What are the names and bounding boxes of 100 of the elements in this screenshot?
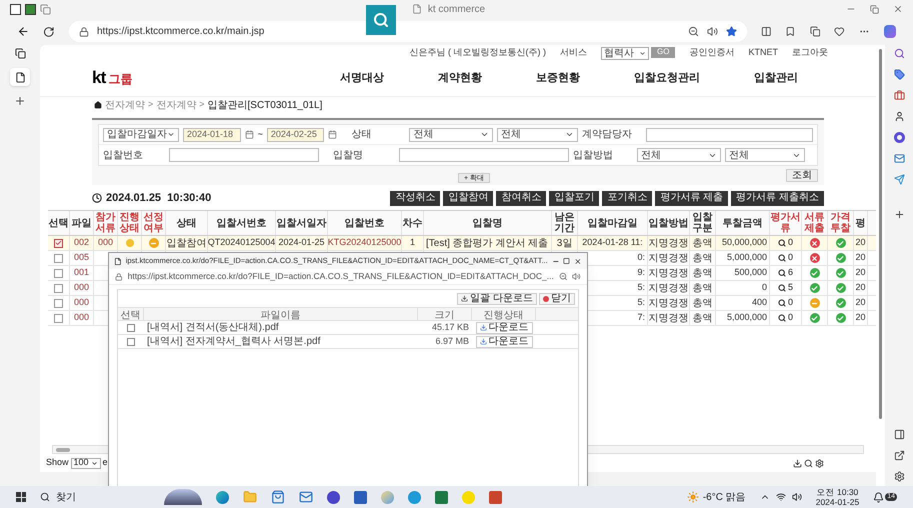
row-checkbox[interactable] [54, 298, 63, 308]
action-button[interactable]: 작성취소 [390, 190, 440, 206]
column-header[interactable]: 서류제출 [802, 212, 827, 234]
home-icon[interactable] [94, 101, 102, 109]
breadcrumb-item[interactable]: 전자계약 [105, 98, 145, 112]
search-icon[interactable] [778, 284, 786, 292]
column-header[interactable]: 상태 [176, 218, 196, 228]
read-aloud-icon[interactable] [706, 26, 718, 37]
column-header[interactable]: 입찰서번호 [216, 218, 266, 228]
split-screen-icon[interactable] [760, 26, 772, 37]
page-size-select[interactable]: 100 [70, 458, 101, 468]
person-icon[interactable] [894, 111, 904, 122]
add-icon[interactable] [14, 95, 26, 107]
column-header[interactable]: 평 [856, 218, 866, 228]
column-header[interactable]: 입찰방법 [648, 218, 688, 228]
network-icon[interactable] [776, 492, 786, 502]
breadcrumb-item[interactable]: 전자계약 [156, 98, 196, 112]
taskbar-date[interactable]: 2024-01-25 [816, 497, 860, 507]
column-header[interactable]: 진행상태 [472, 308, 536, 320]
settings-icon[interactable] [815, 458, 824, 468]
copilot-icon[interactable] [884, 25, 896, 38]
app-icon[interactable] [894, 132, 904, 143]
column-header[interactable]: 참가서류 [94, 212, 117, 234]
external-link-icon[interactable] [894, 450, 904, 461]
column-header[interactable]: 파일 [72, 218, 92, 228]
calendar-icon[interactable] [244, 130, 254, 139]
back-icon[interactable] [17, 25, 30, 38]
status-select[interactable]: 전체 [496, 128, 578, 142]
download-button[interactable]: 다운로드 [476, 322, 532, 334]
search-icon[interactable] [778, 314, 786, 322]
column-header[interactable]: 진행상태 [118, 212, 141, 234]
column-header[interactable]: 선택 [118, 308, 144, 320]
row-checkbox[interactable] [54, 284, 63, 292]
document-app-icon[interactable] [354, 490, 367, 504]
download-icon[interactable] [793, 458, 802, 468]
search-icon[interactable] [778, 299, 786, 307]
file-name[interactable]: [내역서] 전자계약서_협력사 서명본.pdf [144, 334, 418, 349]
action-button[interactable]: 평가서류 제출 [655, 190, 728, 206]
bulk-download-button[interactable]: 일괄 다운로드 [457, 292, 537, 304]
column-header[interactable]: 선정여부 [142, 212, 165, 234]
logout-link[interactable]: 로그아웃 [792, 46, 828, 60]
tab-item[interactable] [10, 68, 30, 86]
close-icon[interactable] [893, 4, 903, 14]
spreadsheet-app-icon[interactable] [435, 490, 448, 504]
action-button[interactable]: 입찰참여 [443, 190, 494, 206]
read-aloud-icon[interactable] [572, 272, 582, 281]
volume-icon[interactable] [792, 492, 802, 502]
chat-app-icon[interactable] [408, 490, 421, 504]
download-button[interactable]: 다운로드 [476, 336, 532, 348]
method-select[interactable]: 전체 [725, 148, 805, 162]
date-type-select[interactable]: 입찰마감일자 [103, 128, 179, 142]
collections-icon[interactable] [810, 26, 820, 37]
action-button[interactable]: 참여취소 [496, 190, 546, 206]
add-icon[interactable] [894, 209, 904, 220]
column-header[interactable]: 선택 [48, 218, 68, 228]
nav-item[interactable]: 입찰요청관리 [634, 70, 700, 86]
sidebar-icon[interactable] [894, 429, 904, 440]
kt-logo[interactable]: kt 그룹 [92, 65, 132, 91]
search-icon[interactable] [778, 269, 786, 277]
widget-icon[interactable] [164, 489, 202, 505]
taskbar-time[interactable]: 오전 10:30 [816, 487, 858, 497]
mail-icon[interactable] [894, 153, 904, 164]
column-header[interactable]: 크기 [418, 308, 472, 320]
windows-icon[interactable] [16, 492, 26, 502]
nav-item[interactable]: 보증현황 [536, 70, 580, 86]
file-name[interactable]: [내역서] 견적서(동산대체).pdf [144, 320, 418, 335]
zoom-out-icon[interactable] [558, 272, 568, 281]
presentation-app-icon[interactable] [489, 490, 502, 504]
nav-item[interactable]: 입찰관리 [754, 70, 798, 86]
floating-search-icon[interactable] [366, 5, 396, 35]
browser-icon[interactable] [216, 490, 229, 504]
column-header[interactable]: 남은기간 [552, 212, 577, 234]
favorites-icon[interactable] [785, 26, 796, 37]
refresh-icon[interactable] [43, 26, 55, 38]
search-button[interactable]: 조회 [786, 169, 818, 182]
company-select[interactable]: 협력사 [601, 46, 650, 60]
column-header[interactable]: 파일이름 [144, 308, 418, 320]
close-icon[interactable] [574, 256, 582, 266]
calendar-icon[interactable] [328, 130, 338, 139]
briefcase-icon[interactable] [894, 90, 904, 101]
column-header[interactable]: 입찰명 [472, 218, 502, 228]
tabs-icon[interactable] [14, 48, 26, 59]
taskbar-search[interactable]: 찾기 [40, 490, 150, 504]
column-header[interactable]: 차수 [402, 218, 422, 228]
action-button[interactable]: 평가서류 제출취소 [731, 190, 824, 206]
nav-item[interactable]: 계약현황 [438, 70, 482, 86]
row-checkbox[interactable] [54, 314, 63, 322]
store-icon[interactable] [271, 490, 285, 504]
service-link[interactable]: 서비스 [560, 46, 588, 60]
column-header[interactable]: 평가서류 [770, 212, 801, 234]
settings-icon[interactable] [894, 471, 904, 482]
app-icon[interactable] [25, 4, 36, 14]
row-checkbox[interactable] [54, 268, 63, 278]
weather-text[interactable]: -6°C 맑음 [702, 490, 746, 504]
action-button[interactable]: 포기취소 [602, 190, 652, 206]
zoom-out-icon[interactable] [688, 26, 699, 37]
search-icon[interactable] [778, 239, 786, 247]
column-header[interactable]: 투찰금액 [722, 218, 762, 228]
input-field[interactable] [169, 148, 319, 162]
method-select[interactable]: 전체 [637, 148, 721, 162]
